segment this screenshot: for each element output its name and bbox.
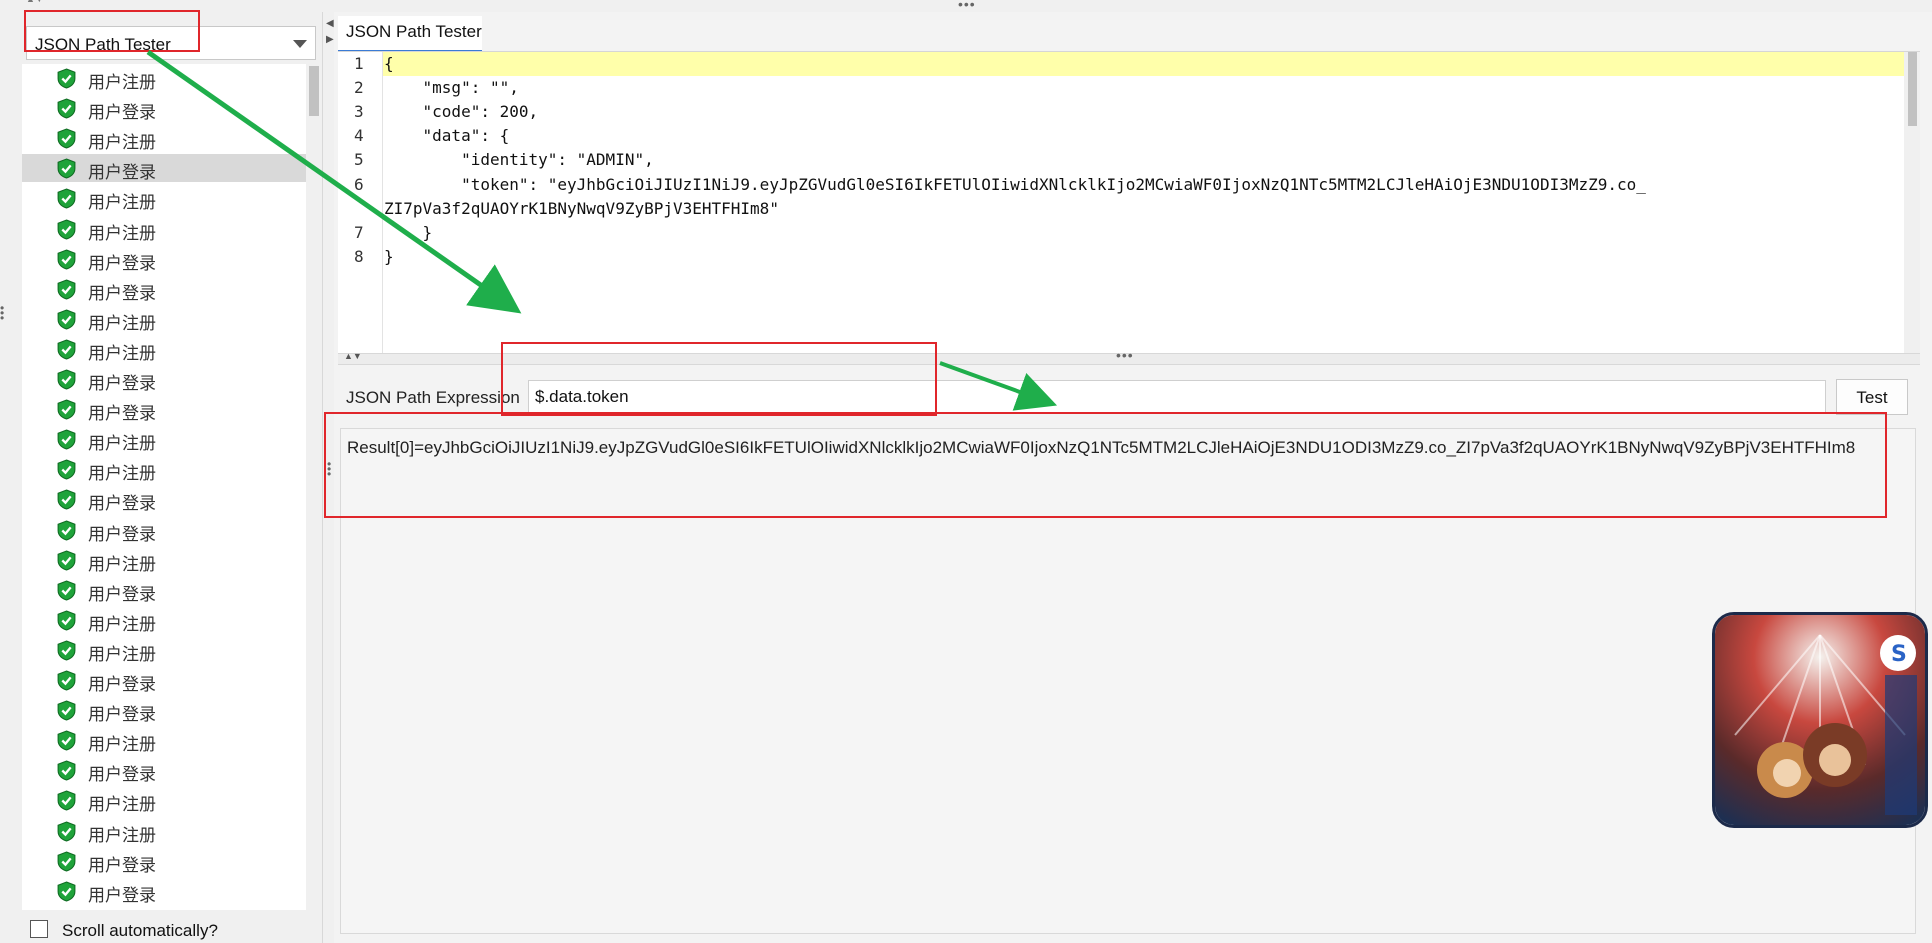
arrow-to-editor	[146, 49, 522, 314]
svg-text:S: S	[1891, 642, 1907, 667]
annotation-arrows	[146, 49, 1058, 411]
anime-avatar-sticker: S	[1712, 612, 1928, 828]
arrow-to-result	[939, 361, 1058, 411]
